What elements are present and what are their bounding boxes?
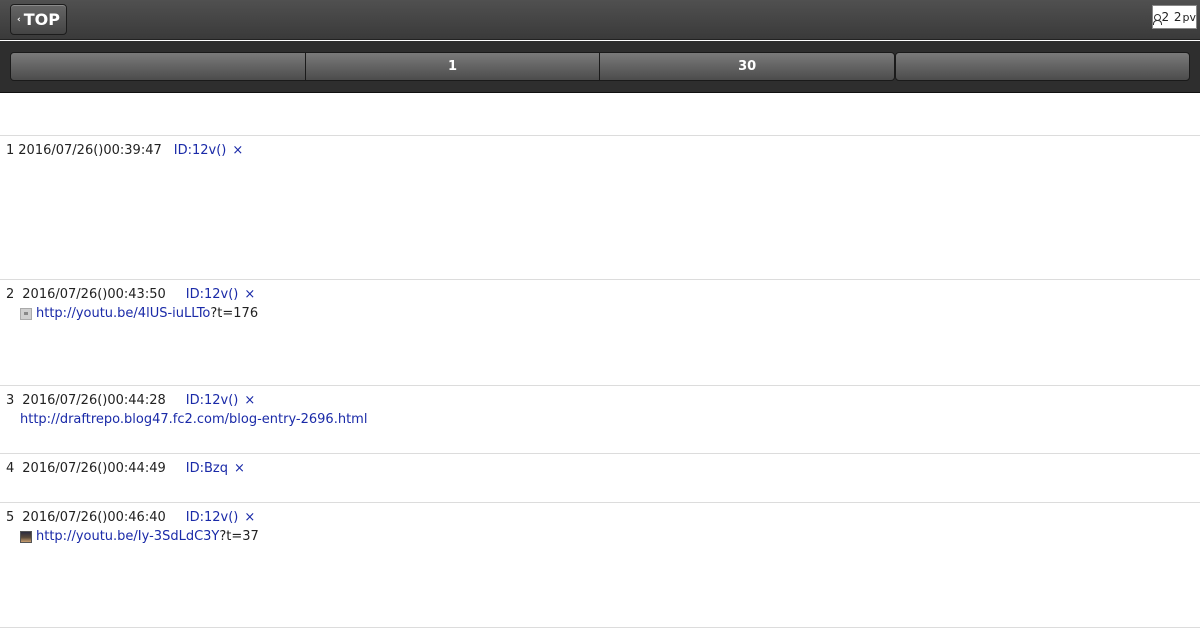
post-date: 2016/07/26()00:39:47 [18,143,162,158]
video-link[interactable]: http://youtu.be/Iy-3SdLdC3Y [36,529,219,544]
post-date: 2016/07/26()00:44:28 [22,393,166,408]
post-5: 5 2016/07/26()00:46:40 ID:12v() × http:/… [0,502,1200,627]
pv-unit: pv [1182,10,1197,24]
post-date: 2016/07/26()00:43:50 [22,287,166,302]
post-number: 5 [6,510,15,525]
nav-segment-1[interactable]: 1 [305,53,601,80]
post-id[interactable]: ID:12v() [186,287,239,302]
blog-link[interactable]: http://draftrepo.blog47.fc2.com/blog-ent… [20,412,367,427]
top-bar: ‹ TOP 2 2 pv [0,0,1200,40]
post-number: 3 [6,393,15,408]
close-icon[interactable]: × [234,461,245,476]
close-icon[interactable]: × [244,393,255,408]
pv-views-count: 2 [1173,10,1182,24]
link-suffix: ?t=176 [210,306,259,321]
nav-segment-first[interactable] [11,53,306,80]
pv-users-count: 2 [1161,10,1170,24]
video-link[interactable]: http://youtu.be/4lUS-iuLLTo [36,306,210,321]
nav-segment-last[interactable] [895,52,1190,81]
top-button-label: TOP [23,10,60,29]
post-id[interactable]: ID:12v() [186,510,239,525]
post-number: 2 [6,287,15,302]
person-icon [1153,14,1163,25]
post-date: 2016/07/26()00:44:49 [22,461,166,476]
nav-segment-30[interactable]: 30 [600,53,894,80]
post-3: 3 2016/07/26()00:44:28 ID:12v() × http:/… [0,385,1200,453]
post-id[interactable]: ID:Bzq [186,461,228,476]
post-id[interactable]: ID:12v() [186,393,239,408]
link-suffix: ?t=37 [219,529,259,544]
video-thumbnail-icon[interactable] [20,530,32,543]
post-1: 1 2016/07/26()00:39:47 ID:12v() × [0,135,1200,279]
post-id[interactable]: ID:12v() [174,143,227,158]
post-number: 1 [6,143,15,158]
top-button[interactable]: ‹ TOP [10,4,67,35]
close-icon[interactable]: × [244,287,255,302]
post-2: 2 2016/07/26()00:43:50 ID:12v() × http:/… [0,279,1200,385]
chevron-left-icon: ‹ [17,15,21,25]
page-nav-group: 1 30 [10,52,895,81]
close-icon[interactable]: × [244,510,255,525]
pv-counter: 2 2 pv [1152,5,1197,29]
divider [0,627,1200,628]
close-icon[interactable]: × [232,143,243,158]
post-number: 4 [6,461,15,476]
video-thumbnail-icon[interactable] [20,307,32,320]
post-date: 2016/07/26()00:46:40 [22,510,166,525]
post-4: 4 2016/07/26()00:44:49 ID:Bzq × [0,453,1200,502]
page-nav-bar: 1 30 [0,41,1200,93]
